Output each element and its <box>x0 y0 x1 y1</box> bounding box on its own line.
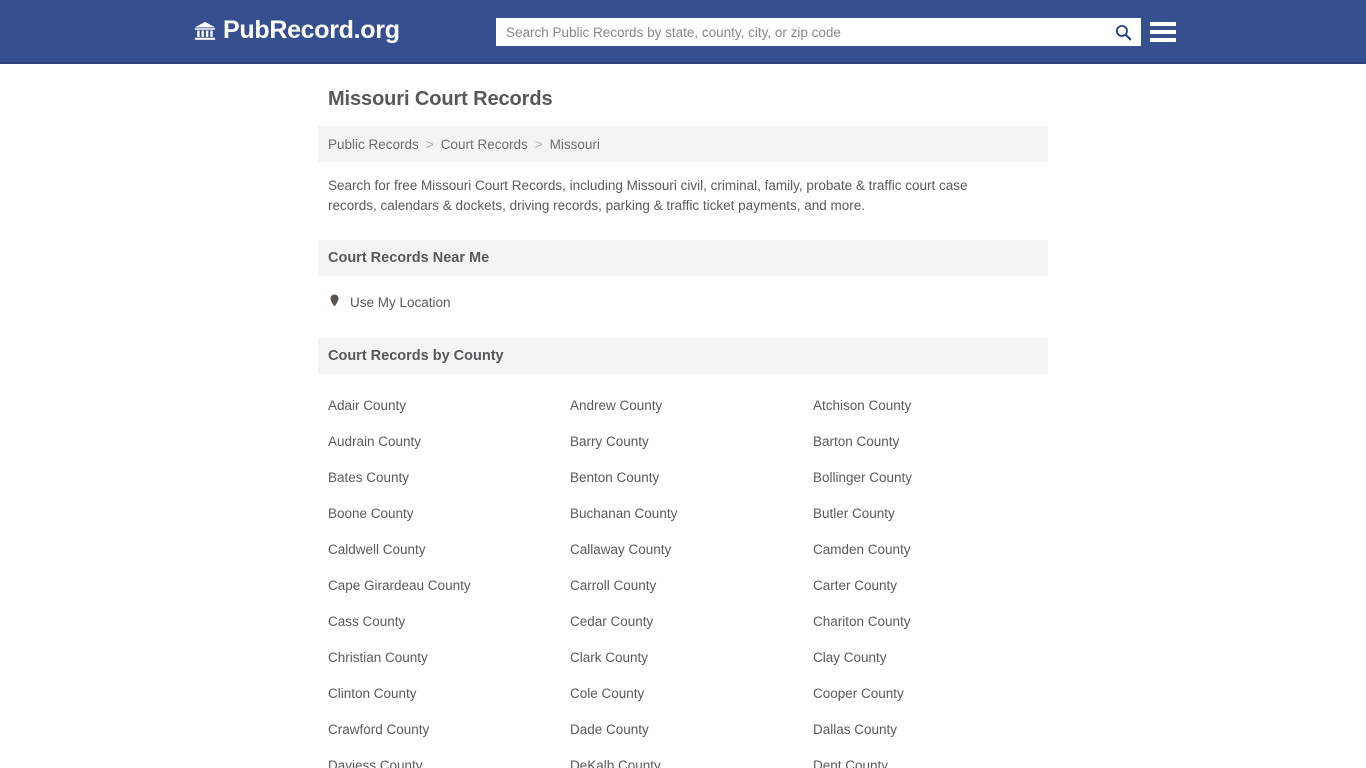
county-link[interactable]: Bollinger County <box>813 460 1058 496</box>
section-heading-near-me: Court Records Near Me <box>318 240 1048 276</box>
search-bar <box>496 18 1141 46</box>
site-header: PubRecord.org <box>0 0 1366 64</box>
county-link[interactable]: Cedar County <box>570 604 813 640</box>
map-pin-icon <box>328 292 341 312</box>
main-content: Missouri Court Records Public Records > … <box>318 64 1048 768</box>
county-link[interactable]: Barton County <box>813 424 1058 460</box>
breadcrumb-separator-2: > <box>534 136 543 152</box>
use-my-location-link[interactable]: Use My Location <box>328 292 451 312</box>
menu-bar-1 <box>1150 22 1176 26</box>
section-heading-by-county: Court Records by County <box>318 338 1048 374</box>
county-link[interactable]: Boone County <box>328 496 570 532</box>
use-my-location-label: Use My Location <box>350 294 451 310</box>
county-link[interactable]: Adair County <box>328 388 570 424</box>
county-link[interactable]: Atchison County <box>813 388 1058 424</box>
search-button[interactable] <box>1105 18 1141 46</box>
county-list: Adair County Andrew County Atchison County… <box>318 374 1048 768</box>
county-link[interactable]: Carroll County <box>570 568 813 604</box>
county-link[interactable]: Dent County <box>813 748 1058 768</box>
county-link[interactable]: Caldwell County <box>328 532 570 568</box>
county-link[interactable]: Cole County <box>570 676 813 712</box>
county-link[interactable]: Cape Girardeau County <box>328 568 570 604</box>
county-link[interactable]: Butler County <box>813 496 1058 532</box>
site-logo-link[interactable]: PubRecord.org <box>194 18 400 43</box>
county-link[interactable]: Chariton County <box>813 604 1058 640</box>
county-link[interactable]: Callaway County <box>570 532 813 568</box>
page-title: Missouri Court Records <box>328 88 553 110</box>
county-link[interactable]: Daviess County <box>328 748 570 768</box>
menu-bar-2 <box>1150 30 1176 34</box>
county-link[interactable]: Cass County <box>328 604 570 640</box>
page-description: Search for free Missouri Court Records, … <box>328 178 968 213</box>
county-link[interactable]: Bates County <box>328 460 570 496</box>
county-link[interactable]: Barry County <box>570 424 813 460</box>
county-link[interactable]: Dallas County <box>813 712 1058 748</box>
search-input[interactable] <box>496 18 1105 46</box>
menu-bar-3 <box>1150 38 1176 42</box>
county-link[interactable]: Camden County <box>813 532 1058 568</box>
county-link[interactable]: Christian County <box>328 640 570 676</box>
county-link[interactable]: Audrain County <box>328 424 570 460</box>
county-link[interactable]: Carter County <box>813 568 1058 604</box>
site-logo-text: PubRecord.org <box>223 16 400 44</box>
county-link[interactable]: Crawford County <box>328 712 570 748</box>
bank-building-icon <box>194 20 216 42</box>
county-link[interactable]: Cooper County <box>813 676 1058 712</box>
breadcrumb-separator-1: > <box>425 136 434 152</box>
breadcrumb-item-missouri: Missouri <box>549 136 600 152</box>
county-link[interactable]: Clark County <box>570 640 813 676</box>
near-me-section: Use My Location <box>318 276 1048 314</box>
county-link[interactable]: Clay County <box>813 640 1058 676</box>
breadcrumb-item-public-records[interactable]: Public Records <box>328 137 419 152</box>
search-icon <box>1114 23 1133 42</box>
county-link[interactable]: Dade County <box>570 712 813 748</box>
county-link[interactable]: DeKalb County <box>570 748 813 768</box>
breadcrumb: Public Records > Court Records > Missour… <box>318 126 1048 162</box>
county-link[interactable]: Andrew County <box>570 388 813 424</box>
county-link[interactable]: Buchanan County <box>570 496 813 532</box>
county-link[interactable]: Benton County <box>570 460 813 496</box>
breadcrumb-item-court-records[interactable]: Court Records <box>441 137 528 152</box>
hamburger-menu-icon[interactable] <box>1150 19 1176 45</box>
county-link[interactable]: Clinton County <box>328 676 570 712</box>
